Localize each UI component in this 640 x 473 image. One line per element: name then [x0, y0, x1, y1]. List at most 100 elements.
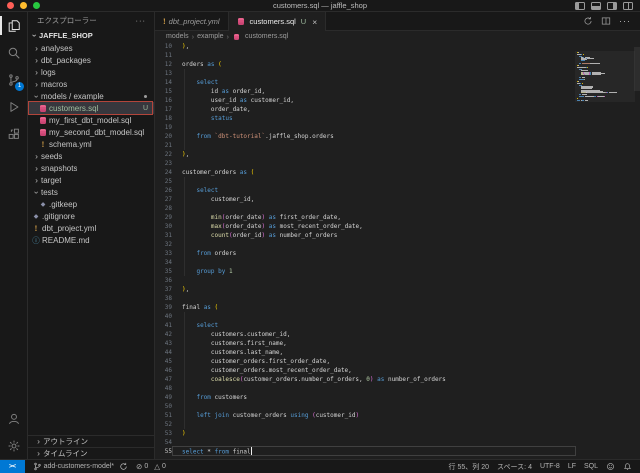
- breadcrumb-segment[interactable]: models: [166, 33, 189, 40]
- line-number[interactable]: 26: [155, 186, 172, 195]
- toggle-sidebar-icon[interactable]: [575, 1, 585, 10]
- code-line-41[interactable]: 41 select: [155, 321, 576, 330]
- code-line-15[interactable]: 15 id as order_id,: [155, 87, 576, 96]
- code-line-12[interactable]: 12 orders as (: [155, 60, 576, 69]
- tree-item-schema-yml[interactable]: ! schema.yml: [28, 138, 154, 150]
- outline-section-header[interactable]: › アウトライン: [28, 435, 154, 447]
- tree-item-logs[interactable]: › logs: [28, 66, 154, 78]
- accounts-icon[interactable]: [0, 405, 27, 432]
- line-number[interactable]: 39: [155, 303, 172, 312]
- line-number[interactable]: 31: [155, 231, 172, 240]
- line-number[interactable]: 47: [155, 375, 172, 384]
- line-number[interactable]: 21: [155, 141, 172, 150]
- feedback-smiley-icon[interactable]: [606, 462, 615, 471]
- line-number[interactable]: 10: [155, 42, 172, 51]
- code-line-49[interactable]: 49 from customers: [155, 393, 576, 402]
- line-number[interactable]: 29: [155, 213, 172, 222]
- line-number[interactable]: 30: [155, 222, 172, 231]
- code-line-48[interactable]: 48: [155, 384, 576, 393]
- eol-setting[interactable]: LF: [568, 463, 576, 470]
- tree-item-my-first-dbt-model-sql[interactable]: my_first_dbt_model.sql: [28, 114, 154, 126]
- line-number[interactable]: 15: [155, 87, 172, 96]
- line-number[interactable]: 41: [155, 321, 172, 330]
- toggle-panel-icon[interactable]: [591, 1, 601, 10]
- code-line-25[interactable]: 25: [155, 177, 576, 186]
- line-number[interactable]: 23: [155, 159, 172, 168]
- tab-customers-sql[interactable]: customers.sql U ×: [228, 12, 327, 31]
- close-window-icon[interactable]: [7, 2, 14, 9]
- code-line-29[interactable]: 29 min(order_date) as first_order_date,: [155, 213, 576, 222]
- code-line-47[interactable]: 47 coalesce(customer_orders.number_of_or…: [155, 375, 576, 384]
- code-line-28[interactable]: 28: [155, 204, 576, 213]
- line-number[interactable]: 33: [155, 249, 172, 258]
- line-number[interactable]: 36: [155, 276, 172, 285]
- code-line-26[interactable]: 26 select: [155, 186, 576, 195]
- code-line-21[interactable]: 21: [155, 141, 576, 150]
- line-number[interactable]: 50: [155, 402, 172, 411]
- code-line-13[interactable]: 13: [155, 69, 576, 78]
- code-line-31[interactable]: 31 count(order_id) as number_of_orders: [155, 231, 576, 240]
- line-number[interactable]: 16: [155, 96, 172, 105]
- more-actions-icon[interactable]: ···: [619, 16, 631, 26]
- code-line-23[interactable]: 23: [155, 159, 576, 168]
- code-line-27[interactable]: 27 customer_id,: [155, 195, 576, 204]
- notifications-bell-icon[interactable]: [623, 462, 632, 471]
- tree-item-tests[interactable]: › tests: [28, 186, 154, 198]
- code-line-46[interactable]: 46 customer_orders.most_recent_order_dat…: [155, 366, 576, 375]
- line-number[interactable]: 28: [155, 204, 172, 213]
- code-line-11[interactable]: 11: [155, 51, 576, 60]
- tab-dbt-project-yml[interactable]: ! dbt_project.yml: [155, 12, 229, 30]
- code-line-42[interactable]: 42 customers.customer_id,: [155, 330, 576, 339]
- close-tab-icon[interactable]: ×: [312, 17, 317, 26]
- line-number[interactable]: 22: [155, 150, 172, 159]
- tree-item-customers-sql[interactable]: customers.sql U: [28, 101, 154, 115]
- code-line-53[interactable]: 53): [155, 429, 576, 438]
- code-line-32[interactable]: 32: [155, 240, 576, 249]
- line-number[interactable]: 45: [155, 357, 172, 366]
- language-mode[interactable]: SQL: [584, 463, 598, 470]
- code-line-37[interactable]: 37),: [155, 285, 576, 294]
- cursor-position[interactable]: 行 55、列 20: [449, 462, 489, 472]
- code-line-24[interactable]: 24 customer_orders as (: [155, 168, 576, 177]
- line-number[interactable]: 52: [155, 420, 172, 429]
- maximize-window-icon[interactable]: [33, 2, 40, 9]
- line-number[interactable]: 27: [155, 195, 172, 204]
- code-line-20[interactable]: 20 from `dbt-tutorial`.jaffle_shop.order…: [155, 132, 576, 141]
- toggle-secondary-sidebar-icon[interactable]: [607, 1, 617, 10]
- explorer-more-actions-icon[interactable]: ···: [136, 16, 147, 25]
- line-number[interactable]: 18: [155, 114, 172, 123]
- code-line-39[interactable]: 39 final as (: [155, 303, 576, 312]
- tree-item--gitkeep[interactable]: ◆ .gitkeep: [28, 198, 154, 210]
- code-line-19[interactable]: 19: [155, 123, 576, 132]
- code-line-34[interactable]: 34: [155, 258, 576, 267]
- code-line-38[interactable]: 38: [155, 294, 576, 303]
- tree-item-dbt-packages[interactable]: › dbt_packages: [28, 54, 154, 66]
- scrollbar[interactable]: [634, 47, 640, 91]
- git-branch-item[interactable]: add-customers-model*: [33, 462, 128, 471]
- line-number[interactable]: 44: [155, 348, 172, 357]
- remote-indicator[interactable]: ><: [0, 460, 25, 473]
- tree-item-seeds[interactable]: › seeds: [28, 150, 154, 162]
- code-line-33[interactable]: 33 from orders: [155, 249, 576, 258]
- line-number[interactable]: 37: [155, 285, 172, 294]
- workspace-root-folder[interactable]: › JAFFLE_SHOP: [28, 29, 154, 42]
- code-line-10[interactable]: 10),: [155, 42, 576, 51]
- line-number[interactable]: 53: [155, 429, 172, 438]
- line-number[interactable]: 35: [155, 267, 172, 276]
- tree-item-target[interactable]: › target: [28, 174, 154, 186]
- tree-item-my-second-dbt-model-sql[interactable]: my_second_dbt_model.sql: [28, 126, 154, 138]
- tree-item-readme-md[interactable]: ⓘ README.md: [28, 234, 154, 246]
- line-number[interactable]: 34: [155, 258, 172, 267]
- code-line-43[interactable]: 43 customers.first_name,: [155, 339, 576, 348]
- search-icon[interactable]: [0, 39, 27, 66]
- line-number[interactable]: 40: [155, 312, 172, 321]
- tree-item-dbt-project-yml[interactable]: ! dbt_project.yml: [28, 222, 154, 234]
- line-number[interactable]: 11: [155, 51, 172, 60]
- code-editor[interactable]: 10), 11 12 orders as (13 14 select 15 id as o…: [155, 42, 640, 459]
- code-line-14[interactable]: 14 select: [155, 78, 576, 87]
- code-line-18[interactable]: 18 status: [155, 114, 576, 123]
- code-line-40[interactable]: 40: [155, 312, 576, 321]
- code-line-22[interactable]: 22),: [155, 150, 576, 159]
- problems-item[interactable]: ⊘ 0 △ 0: [136, 463, 166, 471]
- minimize-window-icon[interactable]: [20, 2, 27, 9]
